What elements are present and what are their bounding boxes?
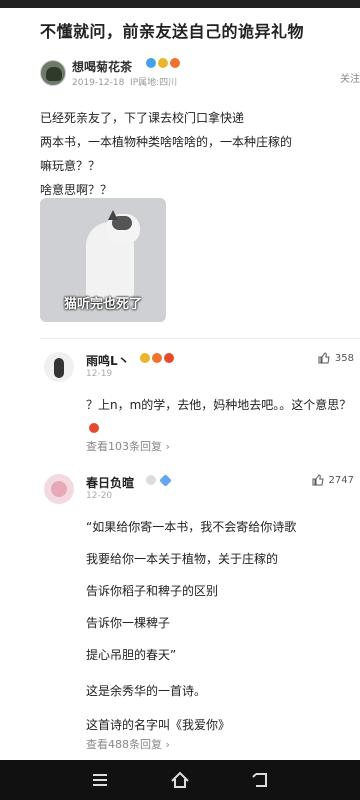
like-count: 2747 <box>328 475 354 486</box>
divider <box>40 338 360 339</box>
gold-badge-icon <box>140 353 150 363</box>
author-meta: 2019-12-18 IP属地:四川 <box>72 75 177 88</box>
cat-ear <box>108 210 118 220</box>
post-page: 不懂就问，前亲友送自己的诡异礼物 想喝菊花茶 2019-12-18 IP属地:四… <box>0 8 360 760</box>
diamond-badge-icon <box>159 473 173 487</box>
post-author: 想喝菊花茶 2019-12-18 IP属地:四川 关注 <box>40 58 360 94</box>
image-caption: 猫听完也死了 <box>63 297 142 312</box>
status-bar <box>0 0 360 8</box>
menu-icon[interactable] <box>90 770 110 790</box>
thumb-up-icon <box>318 352 330 364</box>
view-replies-link[interactable]: 查看103条回复 › <box>86 438 170 454</box>
comment-line: 这是余秀华的一首诗。 <box>86 684 207 698</box>
gold-badge-icon <box>158 58 168 68</box>
replies-label: 查看488条回复 <box>86 738 162 751</box>
comment-date: 12-20 <box>86 491 113 501</box>
commenter-avatar[interactable] <box>44 474 74 504</box>
commenter-name[interactable]: 春日负暄 <box>86 474 134 491</box>
system-nav-bar <box>0 760 360 800</box>
comment-text: ？上n，m的学，去他，妈种地去吧。。这个意思？ <box>86 398 352 412</box>
apple-emoji-icon <box>89 422 99 433</box>
post-location: IP属地:四川 <box>130 78 178 88</box>
author-avatar[interactable] <box>40 60 66 86</box>
medal-badge-icon <box>164 353 174 363</box>
comment-line: 告诉你稻子和稗子的区别 <box>86 584 219 598</box>
post-line: 已经死亲友了，下了课去校门口拿快递 <box>40 111 245 125</box>
post-line: 嘛玩意？？ <box>40 159 101 173</box>
comment-date: 12-19 <box>86 369 113 379</box>
like-button[interactable]: 358 <box>318 352 354 364</box>
view-replies-link[interactable]: 查看488条回复 › <box>86 736 170 752</box>
author-name[interactable]: 想喝菊花茶 <box>72 58 132 75</box>
replies-label: 查看103条回复 <box>86 440 162 453</box>
comment-line: 我要给你一本关于植物，关于庄稼的 <box>86 552 279 566</box>
post-image[interactable]: 猫听完也死了 <box>40 198 166 322</box>
post-date: 2019-12-18 <box>72 78 125 88</box>
home-icon[interactable] <box>170 770 190 790</box>
back-icon[interactable] <box>250 770 270 790</box>
comment-item: 雨鸣L丶 12-19 358 ？上n，m的学，去他，妈种地去吧。。这个意思？ 查… <box>40 352 360 454</box>
commenter-avatar[interactable] <box>44 352 74 382</box>
fire-badge-icon <box>152 353 162 363</box>
comment-line: 提心吊胆的春天” <box>86 648 177 662</box>
comment-line: “如果给你寄一本书，我不会寄给你诗歌 <box>86 520 297 534</box>
comment-item: 春日负暄 12-20 2747 “如果给你寄一本书，我不会寄给你诗歌 我要给你一… <box>40 473 360 760</box>
commenter-name[interactable]: 雨鸣L丶 <box>86 352 130 369</box>
comment-body: ？上n，m的学，去他，妈种地去吧。。这个意思？ <box>86 394 354 438</box>
comment-line: 告诉你一棵稗子 <box>86 616 171 630</box>
like-count: 358 <box>334 353 354 364</box>
like-button[interactable]: 2747 <box>312 474 354 486</box>
post-title: 不懂就问，前亲友送自己的诡异礼物 <box>40 22 305 41</box>
grey-badge-icon <box>146 475 156 485</box>
author-badges <box>146 58 182 69</box>
droplet-badge-icon <box>146 58 156 68</box>
post-body: 已经死亲友了，下了课去校门口拿快递 两本书，一本植物种类啥啥啥的，一本种庄稼的 … <box>40 106 340 202</box>
comment-line: 这首诗的名字叫《我爱你》 <box>86 718 231 732</box>
thumb-up-icon <box>312 474 324 486</box>
post-line: 两本书，一本植物种类啥啥啥的，一本种庄稼的 <box>40 135 293 149</box>
fire-badge-icon <box>170 58 180 68</box>
commenter-badges <box>140 353 176 364</box>
follow-button[interactable]: 关注 <box>340 70 360 85</box>
commenter-badges <box>146 473 173 487</box>
